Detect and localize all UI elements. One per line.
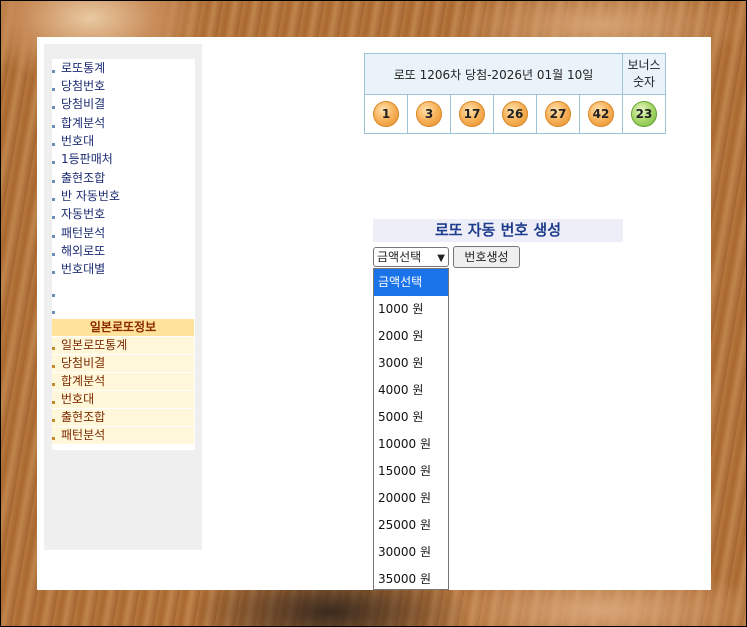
sidebar-item-label: 반 자동번호 — [61, 189, 121, 203]
bonus-label: 숫자 — [632, 75, 656, 89]
sidebar-item-overseas[interactable]: 해외로또 — [52, 242, 105, 260]
dropdown-option[interactable]: 10000 원 — [374, 431, 448, 458]
bullet-icon — [52, 180, 55, 183]
dropdown-option[interactable]: 15000 원 — [374, 458, 448, 485]
sidebar-item-combination[interactable]: 출현조합 — [52, 169, 105, 187]
ball-cell: 17 — [450, 94, 494, 134]
dropdown-option[interactable]: 4000 원 — [374, 377, 448, 404]
bullet-icon — [52, 70, 55, 73]
bullet-icon — [52, 161, 55, 164]
number-ball: 27 — [545, 101, 571, 127]
bullet-icon — [52, 294, 55, 297]
sidebar-item-label: 당첨비결 — [61, 97, 106, 111]
sidebar-item-label: 1등판매처 — [61, 152, 113, 166]
sidebar-item-winning-secret[interactable]: 당첨비결 — [52, 95, 105, 113]
bullet-icon — [52, 125, 55, 128]
bullet-icon — [52, 106, 55, 109]
sidebar-item-winning-numbers[interactable]: 당첨번호 — [52, 77, 105, 95]
sidebar-item-label: 당첨비결 — [61, 356, 106, 370]
japan-item-pattern[interactable]: 패턴분석 — [52, 427, 194, 444]
ball-cell: 42 — [579, 94, 623, 134]
japan-item-combination[interactable]: 출현조합 — [52, 409, 194, 426]
dropdown-option[interactable]: 5000 원 — [374, 404, 448, 431]
sidebar-item-label: 해외로또 — [61, 244, 106, 258]
bullet-icon — [52, 271, 55, 274]
ball-cell: 23 — [622, 94, 666, 134]
dropdown-option[interactable]: 1000 원 — [374, 296, 448, 323]
bonus-label: 보너스 — [627, 58, 661, 72]
ball-cell: 26 — [493, 94, 537, 134]
sidebar-item-label: 자동번호 — [61, 207, 106, 221]
bullet-icon — [52, 235, 55, 238]
sidebar-item-lotto-stats[interactable]: 로또통계 — [52, 59, 105, 77]
sidebar-item-label: 당첨번호 — [61, 79, 106, 93]
dropdown-option[interactable]: 25000 원 — [374, 512, 448, 539]
bonus-header: 보너스숫자 — [622, 53, 666, 95]
japan-item-number-range[interactable]: 번호대 — [52, 391, 194, 408]
dropdown-option[interactable]: 금액선택 — [374, 269, 448, 296]
dropdown-option[interactable]: 2000 원 — [374, 323, 448, 350]
sidebar-item-number-range[interactable]: 번호대 — [52, 132, 94, 150]
amount-dropdown-list: 금액선택 1000 원 2000 원 3000 원 4000 원 5000 원 … — [373, 268, 449, 590]
sidebar-item-semi-auto[interactable]: 반 자동번호 — [52, 187, 120, 205]
dropdown-option[interactable]: 30000 원 — [374, 539, 448, 566]
sidebar-item-label: 출현조합 — [61, 171, 106, 185]
japan-item-stats[interactable]: 일본로또통계 — [52, 337, 194, 354]
dropdown-option[interactable]: 35000 원 — [374, 566, 448, 589]
japan-item-sum-analysis[interactable]: 합계분석 — [52, 373, 194, 390]
sidebar-item-auto[interactable]: 자동번호 — [52, 205, 105, 223]
bullet-icon — [52, 143, 55, 146]
bullet-icon — [52, 311, 55, 314]
winning-numbers-table: 로또 1206차 당첨-2026년 01월 10일 보너스숫자 1 3 17 2… — [364, 53, 666, 134]
draw-title: 로또 1206차 당첨-2026년 01월 10일 — [364, 53, 623, 95]
bullet-icon — [52, 419, 55, 422]
number-ball: 42 — [588, 101, 614, 127]
sidebar-item-label: 번호대 — [61, 134, 95, 148]
bullet-icon — [52, 347, 55, 350]
bullet-icon — [52, 365, 55, 368]
bullet-icon — [52, 216, 55, 219]
bonus-ball: 23 — [631, 101, 657, 127]
sidebar-item-label: 패턴분석 — [61, 226, 106, 240]
bullet-icon — [52, 401, 55, 404]
chevron-down-icon: ▼ — [437, 253, 445, 264]
sidebar-item-pattern[interactable]: 패턴분석 — [52, 224, 105, 242]
sidebar-item-label: 합계분석 — [61, 374, 106, 388]
sidebar-item-label: 번호대 — [61, 392, 95, 406]
bullet-icon — [52, 437, 55, 440]
generator-title: 로또 자동 번호 생성 — [373, 219, 623, 242]
sidebar-item-empty[interactable] — [52, 300, 61, 318]
sidebar-item-first-prize-store[interactable]: 1등판매처 — [52, 150, 113, 168]
bullet-icon — [52, 383, 55, 386]
number-ball: 1 — [373, 101, 399, 127]
sidebar-item-label: 합계분석 — [61, 116, 106, 130]
number-ball: 26 — [502, 101, 528, 127]
dropdown-option[interactable]: 20000 원 — [374, 485, 448, 512]
sidebar-item-empty[interactable] — [52, 283, 61, 301]
japan-section-header: 일본로또정보 — [52, 319, 194, 336]
ball-cell: 1 — [364, 94, 408, 134]
sidebar-item-sum-analysis[interactable]: 합계분석 — [52, 114, 105, 132]
ball-cell: 3 — [407, 94, 451, 134]
sidebar-item-label: 일본로또통계 — [61, 338, 128, 352]
sidebar-item-label: 번호대별 — [61, 262, 106, 276]
sidebar-item-label: 로또통계 — [61, 61, 106, 75]
ball-cell: 27 — [536, 94, 580, 134]
number-ball: 3 — [416, 101, 442, 127]
select-value: 금액선택 — [377, 250, 422, 264]
bullet-icon — [52, 88, 55, 91]
bullet-icon — [52, 253, 55, 256]
number-ball: 17 — [459, 101, 485, 127]
japan-item-winning-secret[interactable]: 당첨비결 — [52, 355, 194, 372]
dropdown-option[interactable]: 3000 원 — [374, 350, 448, 377]
sidebar-item-by-range[interactable]: 번호대별 — [52, 260, 105, 278]
sidebar-item-label: 패턴분석 — [61, 428, 106, 442]
generate-button[interactable]: 번호생성 — [453, 246, 520, 268]
bullet-icon — [52, 198, 55, 201]
sidebar-item-label: 출현조합 — [61, 410, 106, 424]
amount-select[interactable]: 금액선택 ▼ — [373, 247, 449, 267]
